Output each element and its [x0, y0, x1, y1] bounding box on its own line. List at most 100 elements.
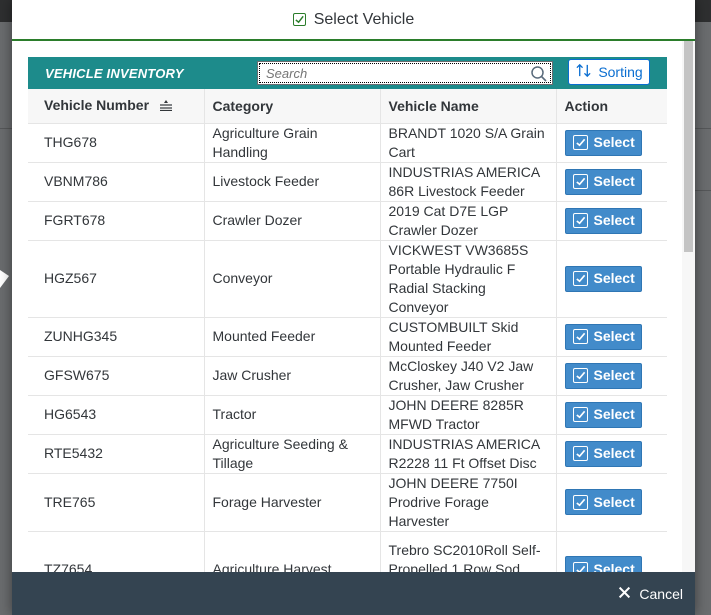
cancel-label: Cancel — [639, 585, 683, 602]
table-row: TZ7654 Agriculture Harvest Trebro SC2010Ro… — [28, 531, 667, 572]
action-cell: Select — [556, 434, 667, 474]
sorting-label: Sorting — [598, 64, 643, 80]
inventory-toolbar: VEHICLE INVENTORY Sorting — [28, 57, 667, 89]
scrollbar-thumb[interactable] — [684, 41, 693, 252]
check-icon — [572, 271, 588, 286]
table-row: HG6543 Tractor JOHN DEERE 8285R MFWD Tract… — [28, 395, 667, 435]
action-cell: Select — [556, 201, 667, 241]
check-icon — [572, 561, 588, 572]
vehicle-number-cell: GFSW675 — [28, 356, 205, 396]
check-icon — [572, 368, 588, 383]
table-header-row: Vehicle Number Category Vehicle Name Act… — [28, 89, 667, 124]
scrollbar-track[interactable] — [682, 41, 695, 572]
vehicle-name-cell: Trebro SC2010Roll Self-Propelled 1 Row S… — [380, 531, 557, 572]
select-label: Select — [593, 328, 635, 344]
category-cell: Livestock Feeder — [204, 162, 381, 202]
mouse-cursor-icon — [0, 270, 9, 288]
table-row: THG678 Agriculture Grain Handling BRANDT 1… — [28, 123, 667, 163]
vehicle-number-cell: FGRT678 — [28, 201, 205, 241]
select-button[interactable]: Select — [564, 556, 642, 573]
select-button[interactable]: Select — [564, 489, 642, 515]
select-button[interactable]: Select — [564, 129, 642, 156]
cancel-button[interactable]: Cancel — [618, 586, 683, 602]
table-row: GFSW675 Jaw Crusher McCloskey J40 V2 Jaw C… — [28, 356, 667, 396]
vehicle-table: Vehicle Number Category Vehicle Name Act… — [28, 89, 667, 572]
category-cell: Jaw Crusher — [204, 356, 381, 396]
search-field[interactable] — [257, 61, 553, 85]
vehicle-number-cell: THG678 — [28, 123, 205, 163]
dialog-body: VEHICLE INVENTORY Sorting — [12, 41, 695, 572]
category-cell: Agriculture Seeding & Tillage — [204, 434, 381, 474]
check-icon — [572, 213, 588, 228]
background-divider — [695, 190, 711, 191]
sorting-button[interactable]: Sorting — [568, 59, 650, 85]
select-label: Select — [593, 212, 635, 228]
category-cell: Crawler Dozer — [204, 201, 381, 241]
vehicle-number-cell: RTE5432 — [28, 434, 205, 474]
vehicle-number-cell: VBNM786 — [28, 162, 205, 202]
select-button[interactable]: Select — [564, 401, 642, 428]
select-button[interactable]: Select — [564, 265, 642, 292]
category-cell: Conveyor — [204, 240, 381, 318]
vehicle-number-cell: HGZ567 — [28, 240, 205, 318]
vehicle-name-cell: INDUSTRIAS AMERICA 86R Livestock Feeder — [380, 162, 557, 202]
action-cell: Select — [556, 395, 667, 435]
vehicle-number-cell: TZ7654 — [28, 531, 205, 572]
checkbox-icon — [292, 13, 306, 26]
column-header-vehicle-number[interactable]: Vehicle Number — [28, 89, 205, 124]
table-row: VBNM786 Livestock Feeder INDUSTRIAS AMERIC… — [28, 162, 667, 202]
select-label: Select — [593, 134, 635, 150]
category-cell: Tractor — [204, 395, 381, 435]
check-icon — [572, 329, 588, 344]
table-row: TRE765 Forage Harvester JOHN DEERE 7750I P… — [28, 473, 667, 532]
table-row: RTE5432 Agriculture Seeding & Tillage INDU… — [28, 434, 667, 474]
action-cell: Select — [556, 317, 667, 357]
select-label: Select — [593, 406, 635, 422]
action-cell: Select — [556, 531, 667, 572]
category-cell: Agriculture Harvest — [204, 531, 381, 572]
close-icon — [618, 586, 631, 602]
select-button[interactable]: Select — [564, 362, 642, 389]
action-cell: Select — [556, 123, 667, 163]
select-label: Select — [593, 493, 635, 510]
select-button[interactable]: Select — [564, 207, 642, 234]
vehicle-name-cell: CUSTOMBUILT Skid Mounted Feeder — [380, 317, 557, 357]
dialog-header: Select Vehicle — [12, 0, 695, 41]
table-row: HGZ567 Conveyor VICKWEST VW3685S Portable … — [28, 240, 667, 318]
vehicle-number-cell: HG6543 — [28, 395, 205, 435]
action-cell: Select — [556, 240, 667, 318]
select-button[interactable]: Select — [564, 323, 642, 350]
check-icon — [572, 407, 588, 422]
select-label: Select — [593, 560, 635, 573]
table-row: FGRT678 Crawler Dozer 2019 Cat D7E LGP Cra… — [28, 201, 667, 241]
vehicle-name-cell: INDUSTRIAS AMERICA R2228 11 Ft Offset Di… — [380, 434, 557, 474]
select-vehicle-dialog: Select Vehicle VEHICLE INVENTORY Sorting — [12, 0, 695, 615]
select-label: Select — [593, 367, 635, 383]
vehicle-name-cell: VICKWEST VW3685S Portable Hydraulic F Ra… — [380, 240, 557, 318]
check-icon — [572, 135, 588, 150]
category-cell: Mounted Feeder — [204, 317, 381, 357]
search-input[interactable] — [258, 65, 518, 81]
select-label: Select — [593, 173, 635, 189]
category-cell: Forage Harvester — [204, 473, 381, 532]
select-label: Select — [593, 445, 635, 461]
vehicle-number-cell: TRE765 — [28, 473, 205, 532]
select-button[interactable]: Select — [564, 168, 642, 195]
vehicle-name-cell: BRANDT 1020 S/A Grain Cart — [380, 123, 557, 163]
search-icon[interactable] — [530, 65, 548, 83]
check-icon — [572, 494, 588, 510]
vehicle-name-cell: 2019 Cat D7E LGP Crawler Dozer — [380, 201, 557, 241]
dialog-title: Select Vehicle — [313, 10, 415, 28]
action-cell: Select — [556, 356, 667, 396]
select-button[interactable]: Select — [564, 440, 642, 467]
vehicle-name-cell: McCloskey J40 V2 Jaw Crusher, Jaw Crushe… — [380, 356, 557, 396]
table-row: ZUNHG345 Mounted Feeder CUSTOMBUILT Skid M… — [28, 317, 667, 357]
column-header-category[interactable]: Category — [204, 89, 381, 124]
check-icon — [572, 446, 588, 461]
select-label: Select — [593, 270, 635, 286]
column-header-action: Action — [556, 89, 667, 124]
vehicle-name-cell: JOHN DEERE 8285R MFWD Tractor — [380, 395, 557, 435]
vehicle-number-cell: ZUNHG345 — [28, 317, 205, 357]
column-header-vehicle-name[interactable]: Vehicle Name — [380, 89, 557, 124]
dialog-footer: Cancel — [12, 572, 695, 615]
